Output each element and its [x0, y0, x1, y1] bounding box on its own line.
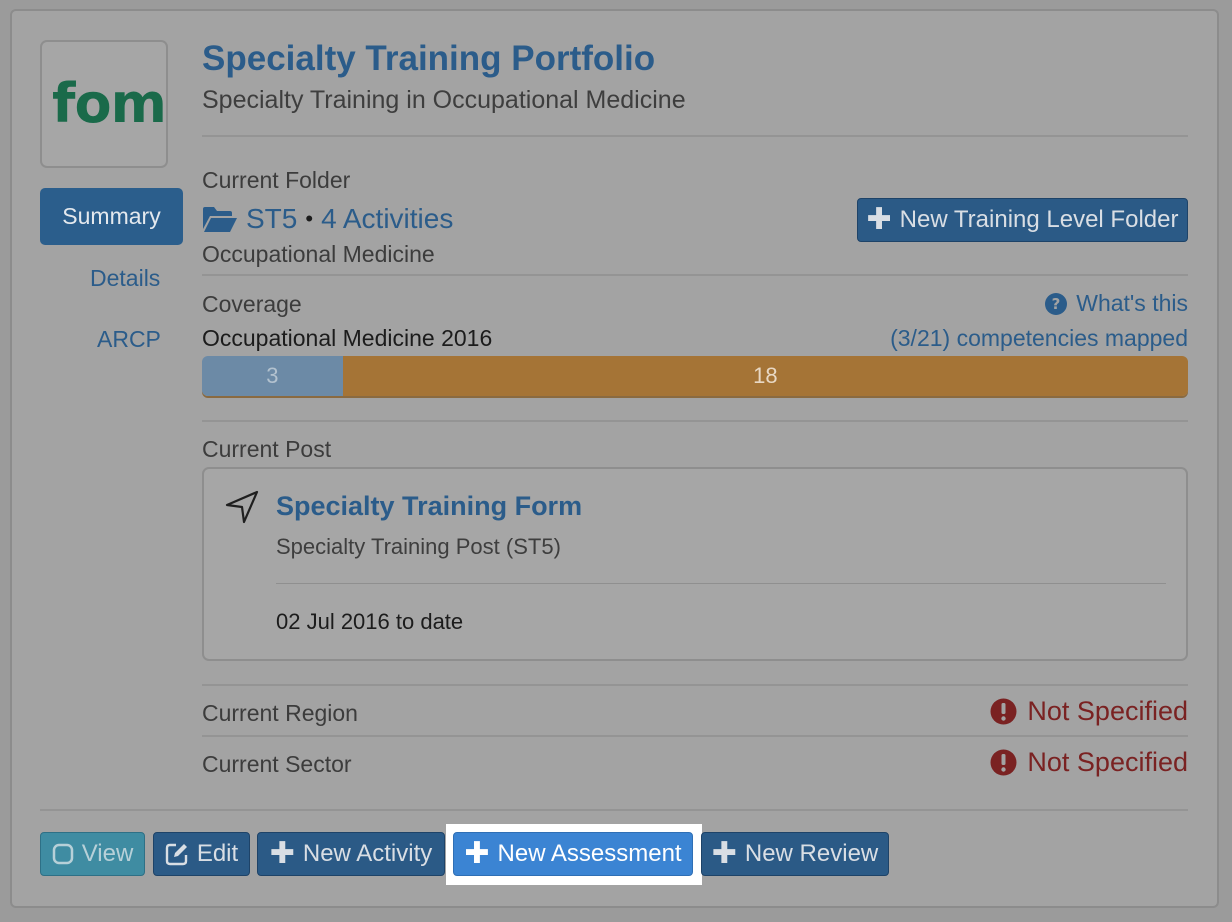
- current-post-label: Current Post: [202, 436, 332, 462]
- divider: [202, 135, 1188, 137]
- folder-name-link[interactable]: ST5: [246, 203, 297, 235]
- current-sector-label: Current Sector: [202, 751, 352, 777]
- exclamation-circle-icon: [990, 749, 1017, 776]
- region-value: Not Specified: [1027, 696, 1188, 726]
- edit-button-label: Edit: [196, 840, 239, 867]
- current-post-card: Specialty Training Form Specialty Traini…: [202, 467, 1188, 661]
- edit-button[interactable]: Edit: [153, 832, 250, 876]
- mapped-segment: 3: [202, 356, 343, 396]
- new-review-button-label: New Review: [744, 840, 879, 867]
- footer-divider: [40, 809, 1188, 811]
- current-folder-label: Current Folder: [202, 167, 351, 193]
- divider: [202, 274, 1188, 276]
- mapped-count: 3: [266, 363, 279, 388]
- activities-link[interactable]: 4 Activities: [321, 203, 453, 235]
- divider: [202, 735, 1188, 737]
- new-folder-button-label: New Training Level Folder: [899, 206, 1179, 233]
- post-name: Specialty Training Post (ST5): [276, 534, 561, 559]
- exclamation-circle-icon: [990, 698, 1017, 725]
- new-activity-button[interactable]: ✚ New Activity: [257, 832, 445, 876]
- plus-icon: ✚: [866, 203, 892, 236]
- fom-logo: fom: [40, 40, 168, 168]
- new-training-level-folder-button[interactable]: ✚ New Training Level Folder: [857, 198, 1188, 242]
- plus-icon: ✚: [269, 837, 295, 870]
- curriculum-name: Occupational Medicine 2016: [202, 325, 493, 351]
- new-assessment-button-label: New Assessment: [497, 840, 682, 867]
- square-icon: [52, 843, 73, 865]
- post-form-title[interactable]: Specialty Training Form: [276, 491, 582, 522]
- coverage-label: Coverage: [202, 291, 302, 317]
- nav-summary-label: Summary: [62, 203, 161, 229]
- divider: [202, 684, 1188, 686]
- view-button-label: View: [81, 840, 134, 867]
- folder-open-icon: [203, 207, 237, 232]
- sector-value: Not Specified: [1027, 747, 1188, 777]
- new-review-button[interactable]: ✚ New Review: [701, 832, 889, 876]
- nav-summary-tab[interactable]: Summary: [40, 188, 183, 245]
- nav-arcp-link[interactable]: ARCP: [97, 326, 161, 353]
- view-button[interactable]: View: [40, 832, 145, 876]
- question-circle-icon: ?: [1045, 292, 1068, 315]
- divider: [202, 420, 1188, 422]
- competencies-mapped-link[interactable]: (3/21) competencies mapped: [890, 325, 1188, 352]
- page-title[interactable]: Specialty Training Portfolio: [202, 39, 655, 79]
- remaining-segment: 18: [342, 356, 1188, 396]
- folder-line: ST5 • 4 Activities: [202, 203, 453, 235]
- new-assessment-button[interactable]: ✚ New Assessment: [453, 832, 693, 876]
- post-dates: 02 Jul 2016 to date: [276, 609, 464, 634]
- whats-this-label: What's this: [1076, 290, 1188, 316]
- page-subtitle: Specialty Training in Occupational Medic…: [202, 86, 686, 114]
- location-arrow-icon: [225, 490, 259, 524]
- region-status: Not Specified: [990, 696, 1188, 727]
- logo-text: fom: [52, 72, 167, 135]
- folder-specialty: Occupational Medicine: [202, 241, 435, 267]
- pencil-square-icon: [165, 843, 188, 866]
- coverage-progress-bar: 3 18: [202, 356, 1188, 396]
- svg-text:?: ?: [1052, 295, 1061, 313]
- whats-this-link[interactable]: ? What's this: [1044, 290, 1188, 317]
- plus-icon: ✚: [464, 837, 490, 870]
- remaining-count: 18: [753, 363, 778, 388]
- new-activity-button-label: New Activity: [302, 840, 433, 867]
- divider: [276, 583, 1166, 584]
- sector-status: Not Specified: [990, 747, 1188, 778]
- folder-separator: •: [305, 206, 314, 231]
- nav-details-link[interactable]: Details: [90, 265, 160, 292]
- current-region-label: Current Region: [202, 700, 358, 726]
- plus-icon: ✚: [711, 837, 737, 870]
